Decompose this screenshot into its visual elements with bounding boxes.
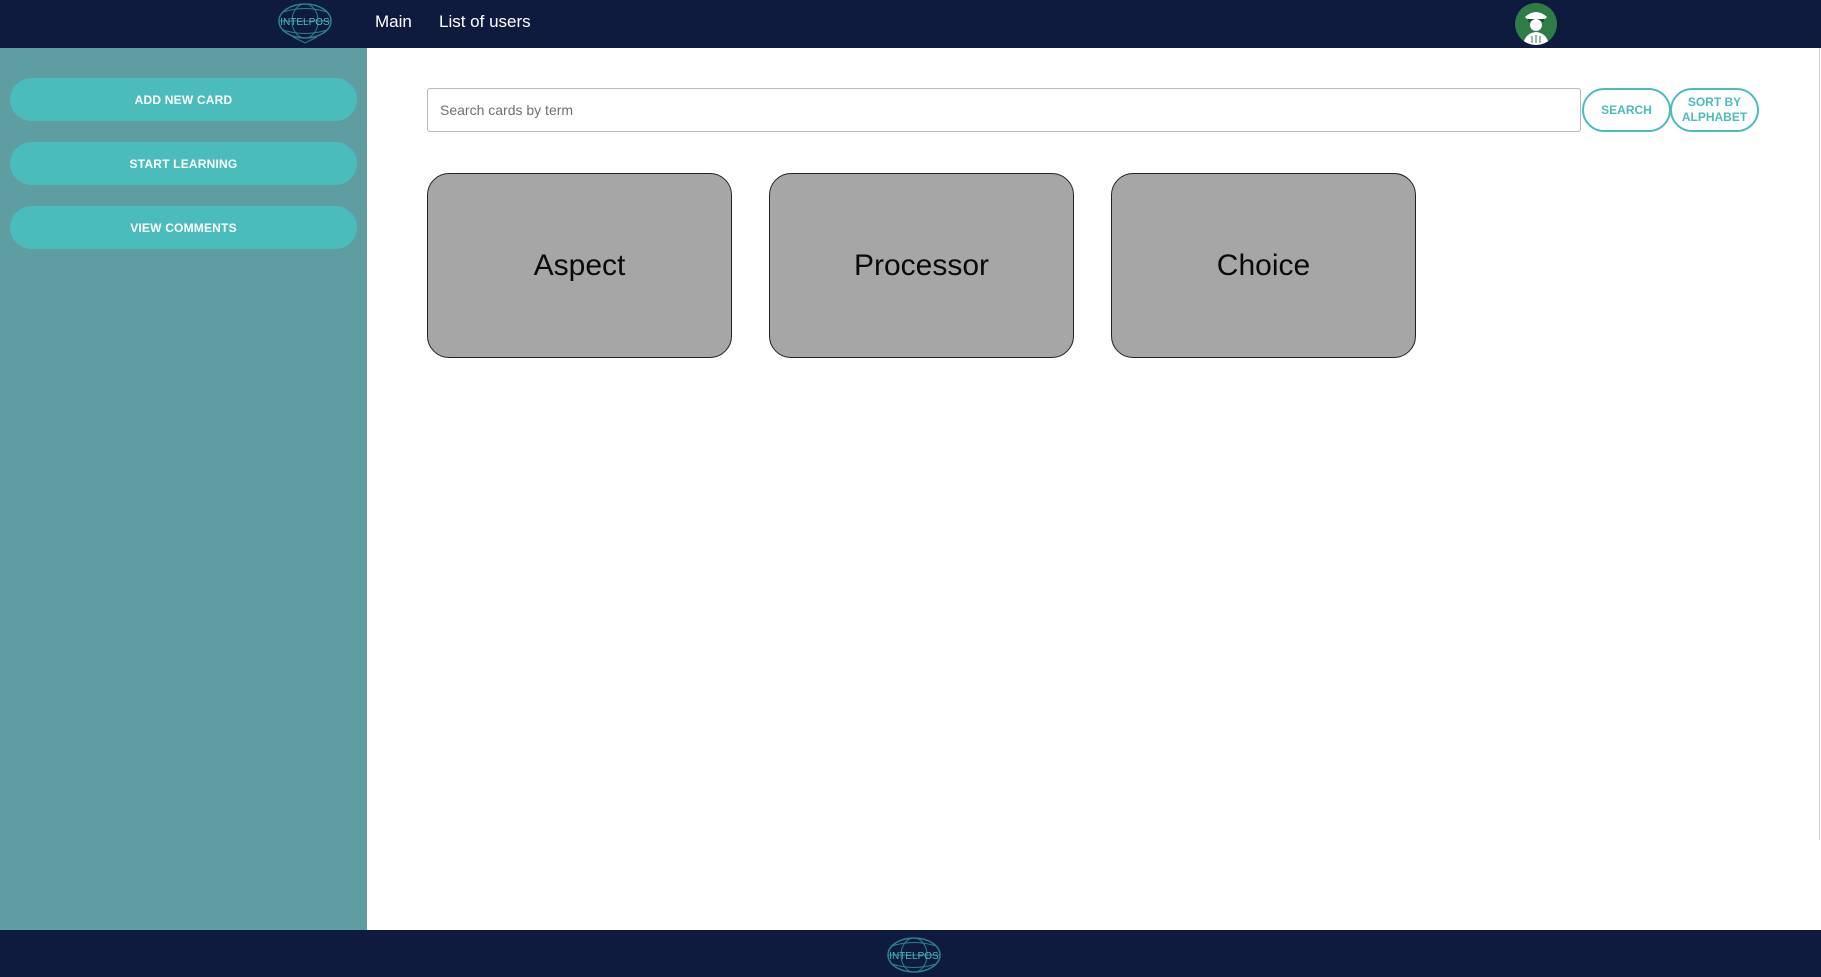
footer: INTELPOS bbox=[0, 930, 1821, 977]
top-navbar: INTELPOS Main List of users bbox=[0, 0, 1821, 48]
svg-text:INTELPOS: INTELPOS bbox=[889, 951, 939, 962]
search-input[interactable] bbox=[427, 88, 1581, 132]
user-avatar-icon[interactable] bbox=[1515, 3, 1557, 45]
sort-by-alphabet-button[interactable]: SORT BY ALPHABET bbox=[1670, 88, 1759, 132]
globe-logo-icon: INTELPOS bbox=[887, 937, 941, 973]
card-term: Choice bbox=[1216, 248, 1311, 282]
view-comments-button[interactable]: VIEW COMMENTS bbox=[10, 206, 357, 249]
nav-link-main[interactable]: Main bbox=[375, 12, 412, 32]
scrollbar-edge bbox=[1819, 48, 1820, 840]
card-item[interactable]: Processor bbox=[769, 173, 1074, 358]
brand-logo[interactable]: INTELPOS bbox=[273, 0, 337, 46]
nav-link-list-of-users[interactable]: List of users bbox=[439, 12, 531, 32]
search-button[interactable]: SEARCH bbox=[1582, 88, 1671, 132]
card-item[interactable]: Aspect bbox=[427, 173, 732, 358]
start-learning-button[interactable]: START LEARNING bbox=[10, 142, 357, 185]
add-new-card-button[interactable]: ADD NEW CARD bbox=[10, 78, 357, 121]
card-term: Processor bbox=[853, 248, 990, 282]
footer-logo: INTELPOS bbox=[882, 934, 946, 977]
main-content: SEARCH SORT BY ALPHABET Aspect Processor… bbox=[367, 48, 1821, 930]
globe-logo-icon: INTELPOS bbox=[278, 3, 332, 44]
svg-text:INTELPOS: INTELPOS bbox=[280, 17, 330, 28]
card-term: Aspect bbox=[533, 248, 626, 282]
sidebar: ADD NEW CARD START LEARNING VIEW COMMENT… bbox=[0, 48, 367, 930]
card-item[interactable]: Choice bbox=[1111, 173, 1416, 358]
